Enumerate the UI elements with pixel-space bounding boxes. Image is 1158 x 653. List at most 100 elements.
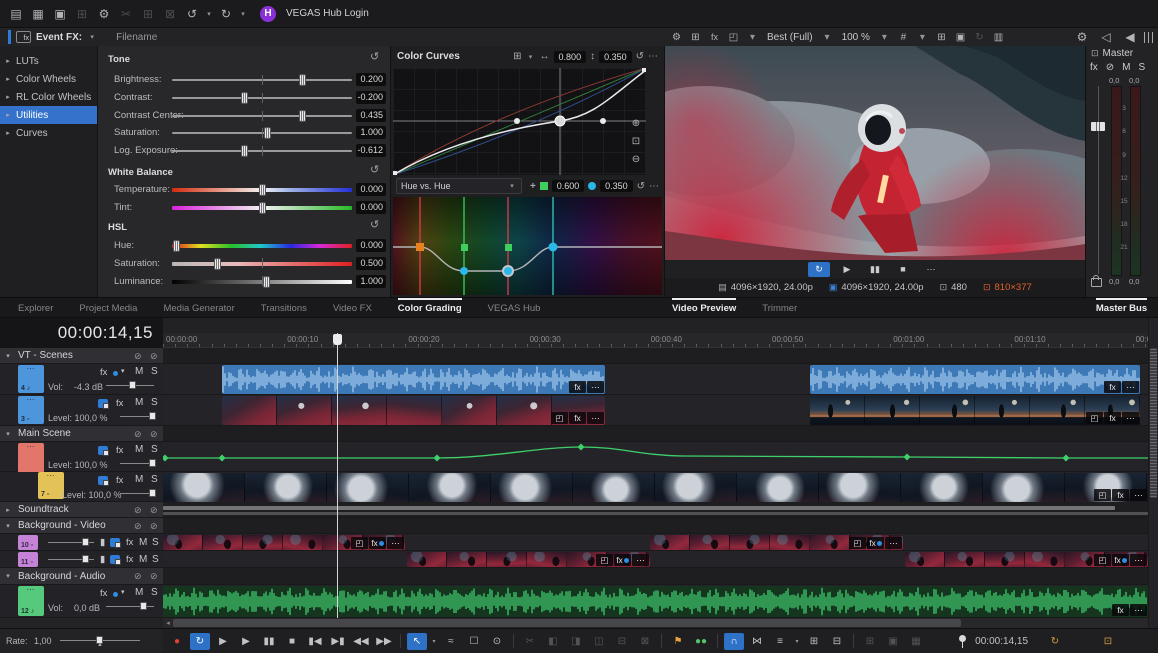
- envelope-point[interactable]: [163, 454, 169, 461]
- event-menu-icon[interactable]: ⋯: [632, 554, 649, 566]
- event-fx-icon[interactable]: fx: [614, 554, 631, 566]
- slider-handle[interactable]: [241, 145, 248, 157]
- slider-track-contrast-[interactable]: [172, 97, 352, 99]
- level-envelope[interactable]: [163, 442, 1148, 472]
- automation-dropdown-icon[interactable]: ▾: [121, 367, 125, 375]
- zoom-edit-tool-button[interactable]: ⊙: [487, 633, 507, 650]
- video-clip[interactable]: ◰fx⋯: [407, 552, 650, 567]
- group-mute-icon[interactable]: ⊘: [150, 429, 158, 440]
- track-fx-button[interactable]: fx: [126, 537, 133, 548]
- video-clip[interactable]: ◰fx⋯: [650, 535, 903, 550]
- slider-value[interactable]: 0.500: [356, 257, 386, 270]
- redo-icon[interactable]: ↻: [216, 4, 236, 24]
- curves-menu-icon[interactable]: ⋯: [648, 51, 658, 62]
- slider-track-saturation-[interactable]: [172, 132, 352, 134]
- level-slider-handle[interactable]: [149, 459, 156, 467]
- track-grip-dots[interactable]: ⋯: [18, 443, 44, 451]
- grid-dropdown-icon[interactable]: ▾: [914, 29, 931, 45]
- hue-vs-hue-editor[interactable]: [393, 197, 662, 295]
- slider-handle[interactable]: [264, 127, 271, 139]
- event-fx-dropdown-icon[interactable]: ▾: [87, 27, 97, 47]
- envelope-point[interactable]: [1062, 454, 1069, 461]
- mixer-trim-button[interactable]: ⊟: [827, 633, 847, 650]
- compositing-mode-icon[interactable]: [98, 446, 108, 455]
- hue-reset-icon[interactable]: ↺: [637, 181, 645, 192]
- track-color-tab[interactable]: ⋯12 ♪: [18, 586, 44, 616]
- track-color-tab[interactable]: ⋯3 ▫: [18, 396, 44, 424]
- track-fx-button[interactable]: fx: [116, 398, 123, 409]
- undo-icon[interactable]: ↺: [182, 4, 202, 24]
- track-fx-button[interactable]: fx: [116, 445, 123, 456]
- track-fx-button[interactable]: fx: [116, 475, 123, 486]
- lock-icon[interactable]: [1091, 278, 1102, 287]
- event-fx-icon[interactable]: fx: [1104, 412, 1121, 424]
- vertical-scrollbar[interactable]: [1148, 318, 1158, 628]
- slider-handle[interactable]: [259, 184, 266, 196]
- event-fx-icon[interactable]: fx: [1112, 489, 1129, 501]
- grid-overlay-icon[interactable]: #: [895, 29, 912, 45]
- expand-track-layers-button[interactable]: ⊞: [804, 633, 824, 650]
- group-bypass-icon[interactable]: ⊘: [134, 521, 142, 532]
- curve-fit-icon[interactable]: ⊡: [629, 134, 643, 148]
- master-bypass-icon[interactable]: ⊘: [1106, 62, 1114, 73]
- go-to-end-button[interactable]: ▶▮: [328, 633, 348, 650]
- track-group-header-background-video[interactable]: ▾Background - Video⊘⊘: [0, 518, 163, 534]
- section-reset-icon[interactable]: ↺: [370, 165, 379, 176]
- group-bypass-icon[interactable]: ⊘: [134, 429, 142, 440]
- solo-button[interactable]: S: [151, 587, 158, 598]
- slider-handle[interactable]: [259, 202, 266, 214]
- curves-grid-dropdown-icon[interactable]: ▾: [526, 47, 536, 67]
- track-grip-dots[interactable]: ⋯: [38, 472, 64, 480]
- envelope-edit-tool-button[interactable]: ≈: [441, 633, 461, 650]
- crop-dropdown-icon[interactable]: ▾: [744, 29, 761, 45]
- slider-track-saturation-[interactable]: [172, 262, 352, 266]
- insert-marker-button[interactable]: ⚑: [668, 633, 688, 650]
- event-fx-icon[interactable]: fx: [1104, 381, 1121, 393]
- group-mute-icon[interactable]: ⊘: [150, 521, 158, 532]
- mute-button[interactable]: M: [135, 587, 143, 598]
- event-menu-icon[interactable]: ⋯: [587, 381, 604, 393]
- event-menu-icon[interactable]: ⋯: [1130, 604, 1147, 616]
- slider-track-brightness-[interactable]: [172, 79, 352, 81]
- collapsed-arrow-icon[interactable]: ▸: [0, 57, 16, 65]
- mute-button[interactable]: M: [135, 444, 143, 455]
- track-lane-6[interactable]: [163, 442, 1148, 472]
- track-color-tab[interactable]: 10 ▫: [18, 535, 38, 550]
- curves-h-value[interactable]: 0.800: [554, 51, 587, 63]
- automation-dot-icon[interactable]: [113, 592, 118, 597]
- tab-video-fx[interactable]: Video FX: [333, 298, 372, 317]
- compositing-mode-icon[interactable]: [110, 555, 120, 564]
- fast-forward-button[interactable]: ▶▶: [374, 633, 394, 650]
- automation-dropdown-icon[interactable]: ▾: [121, 588, 125, 596]
- group-mute-icon[interactable]: ⊘: [150, 505, 158, 516]
- normal-edit-tool-dropdown-icon[interactable]: ▾: [430, 638, 438, 645]
- plugin-tree-item-curves[interactable]: ▸Curves: [0, 124, 97, 142]
- audio-clip[interactable]: fx⋯: [810, 365, 1140, 394]
- slider-value[interactable]: 0.000: [356, 183, 386, 196]
- track-header-11[interactable]: 11 ▫▮fxMS: [0, 551, 163, 568]
- level-icon[interactable]: ▮: [100, 554, 105, 565]
- event-colors-button[interactable]: ●●: [691, 633, 711, 650]
- marker-pin-icon[interactable]: [959, 635, 966, 642]
- curves-grid-icon[interactable]: ⊞: [513, 51, 521, 62]
- tab-master-bus[interactable]: Master Bus: [1096, 298, 1147, 317]
- group-expanded-arrow-icon[interactable]: ▾: [0, 352, 16, 360]
- loop-playback-button[interactable]: ↻: [190, 633, 210, 650]
- track-lane-10[interactable]: ◰fx⋯◰fx⋯: [163, 534, 1148, 551]
- event-menu-icon[interactable]: ⋯: [1130, 554, 1147, 566]
- plugin-tree-item-utilities[interactable]: ▸Utilities: [0, 106, 97, 124]
- undo-dropdown-icon[interactable]: ▾: [204, 4, 214, 24]
- plugin-tree-item-rl-color-wheels[interactable]: ▸RL Color Wheels: [0, 88, 97, 106]
- event-menu-icon[interactable]: ⋯: [1122, 412, 1139, 424]
- track-lane-11[interactable]: ◰fx⋯ ◰fx⋯: [163, 551, 1148, 568]
- solo-button[interactable]: S: [151, 474, 158, 485]
- slider-value[interactable]: 0.435: [356, 109, 386, 122]
- mute-button[interactable]: M: [135, 474, 143, 485]
- master-mute-button[interactable]: M: [1122, 62, 1130, 73]
- track-color-tab[interactable]: ⋯7 ▫: [38, 472, 64, 499]
- video-clip[interactable]: ◰fx⋯: [905, 552, 1148, 567]
- master-fx-button[interactable]: fx: [1090, 62, 1098, 73]
- go-to-start-button[interactable]: ▮◀: [305, 633, 325, 650]
- crop-tool-icon[interactable]: ◰: [725, 29, 742, 45]
- envelope-point[interactable]: [433, 454, 440, 461]
